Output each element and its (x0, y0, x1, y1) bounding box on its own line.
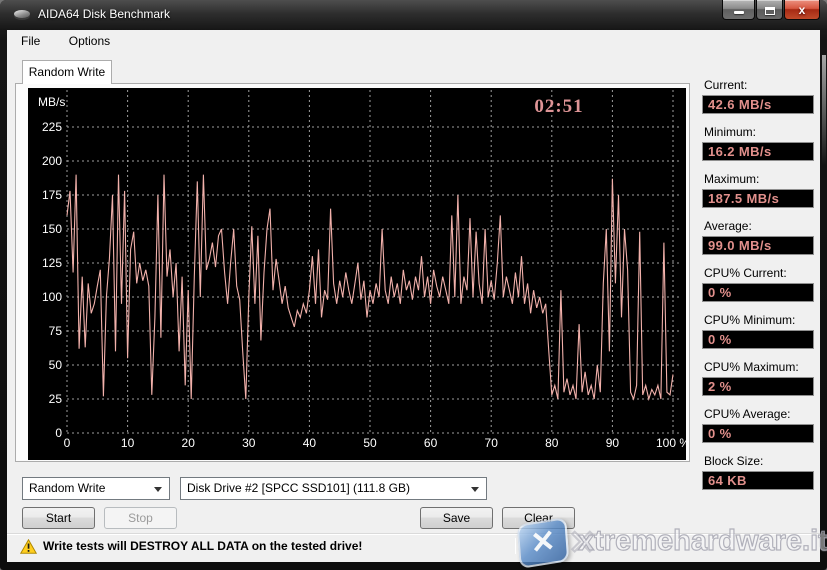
menu-file[interactable]: File (11, 30, 50, 51)
svg-text:150: 150 (42, 222, 62, 236)
minimize-icon (734, 11, 744, 14)
stat-group: Maximum: 187.5 MB/s (702, 172, 814, 208)
chevron-down-icon (154, 487, 162, 492)
svg-text:MB/s: MB/s (38, 95, 65, 109)
stat-label: CPU% Maximum: (704, 360, 814, 374)
test-type-value: Random Write (29, 481, 105, 495)
title-bar[interactable]: AIDA64 Disk Benchmark x (0, 0, 827, 30)
stat-label: CPU% Current: (704, 266, 814, 280)
app-icon (14, 9, 32, 21)
stat-value: 16.2 MB/s (702, 142, 814, 161)
svg-text:125: 125 (42, 256, 62, 270)
stats-panel: Current: 42.6 MB/s Minimum: 16.2 MB/s Maximu… (702, 78, 814, 501)
svg-text:0: 0 (64, 436, 71, 450)
maximize-button[interactable] (756, 0, 783, 20)
svg-text:40: 40 (303, 436, 317, 450)
svg-text:30: 30 (242, 436, 256, 450)
status-separator (515, 538, 516, 554)
svg-text:100: 100 (42, 290, 62, 304)
stat-group: CPU% Minimum: 0 % (702, 313, 814, 349)
menu-bar: File Options (7, 30, 820, 53)
save-button[interactable]: Save (420, 507, 493, 529)
window-title: AIDA64 Disk Benchmark (38, 7, 170, 21)
minimize-button[interactable] (722, 0, 755, 20)
stat-label: CPU% Minimum: (704, 313, 814, 327)
stat-value: 187.5 MB/s (702, 189, 814, 208)
stat-label: Maximum: (704, 172, 814, 186)
window-border-sheen (822, 55, 826, 165)
stat-value: 2 % (702, 377, 814, 396)
svg-text:80: 80 (545, 436, 559, 450)
status-warning-text: Write tests will DESTROY ALL DATA on the… (43, 539, 362, 553)
stat-value: 0 % (702, 330, 814, 349)
svg-text:10: 10 (121, 436, 135, 450)
stat-label: Current: (704, 78, 814, 92)
stop-button: Stop (104, 507, 177, 529)
test-type-select[interactable]: Random Write (22, 477, 170, 500)
svg-text:70: 70 (485, 436, 499, 450)
stat-group: Current: 42.6 MB/s (702, 78, 814, 114)
svg-text:90: 90 (606, 436, 620, 450)
svg-text:75: 75 (49, 324, 63, 338)
stat-group: Block Size: 64 KB (702, 454, 814, 490)
stat-value: 0 % (702, 283, 814, 302)
stat-label: Block Size: (704, 454, 814, 468)
stat-group: Minimum: 16.2 MB/s (702, 125, 814, 161)
close-button[interactable]: x (784, 0, 820, 20)
clear-button[interactable]: Clear (502, 507, 575, 529)
svg-text:225: 225 (42, 120, 62, 134)
tab-random-write[interactable]: Random Write (22, 60, 112, 84)
benchmark-chart: MB/s 225 200 175 150 125 100 75 50 25 00 10 20 30 40 50… (28, 88, 686, 460)
start-button[interactable]: Start (22, 507, 95, 529)
drive-select-value: Disk Drive #2 [SPCC SSD101] (111.8 GB) (187, 481, 410, 495)
elapsed-timer: 02:51 (534, 96, 583, 117)
stat-group: CPU% Average: 0 % (702, 407, 814, 443)
warning-icon (20, 539, 37, 554)
stat-value: 64 KB (702, 471, 814, 490)
stat-value: 0 % (702, 424, 814, 443)
svg-text:50: 50 (49, 358, 63, 372)
svg-text:60: 60 (424, 436, 438, 450)
stat-group: CPU% Maximum: 2 % (702, 360, 814, 396)
stat-label: CPU% Average: (704, 407, 814, 421)
svg-text:20: 20 (182, 436, 196, 450)
close-icon: x (799, 3, 806, 17)
stat-group: CPU% Current: 0 % (702, 266, 814, 302)
chevron-down-icon (471, 487, 479, 492)
menu-options[interactable]: Options (59, 30, 120, 51)
svg-text:200: 200 (42, 154, 62, 168)
maximize-icon (765, 7, 775, 15)
drive-select[interactable]: Disk Drive #2 [SPCC SSD101] (111.8 GB) (180, 477, 487, 500)
svg-text:175: 175 (42, 188, 62, 202)
svg-text:0: 0 (55, 426, 62, 440)
stat-value: 42.6 MB/s (702, 95, 814, 114)
app-window: AIDA64 Disk Benchmark x File Options Ran… (0, 0, 827, 570)
svg-text:100 %: 100 % (656, 436, 686, 450)
stat-value: 99.0 MB/s (702, 236, 814, 255)
svg-text:50: 50 (363, 436, 377, 450)
stat-label: Minimum: (704, 125, 814, 139)
client-area: File Options Random Write MB/s2252001751… (7, 30, 820, 562)
stat-group: Average: 99.0 MB/s (702, 219, 814, 255)
status-bar: Write tests will DESTROY ALL DATA on the… (7, 533, 820, 557)
chart-svg: MB/s 225 200 175 150 125 100 75 50 25 00 10 20 30 40 50… (28, 88, 686, 460)
stat-label: Average: (704, 219, 814, 233)
svg-text:25: 25 (49, 392, 63, 406)
